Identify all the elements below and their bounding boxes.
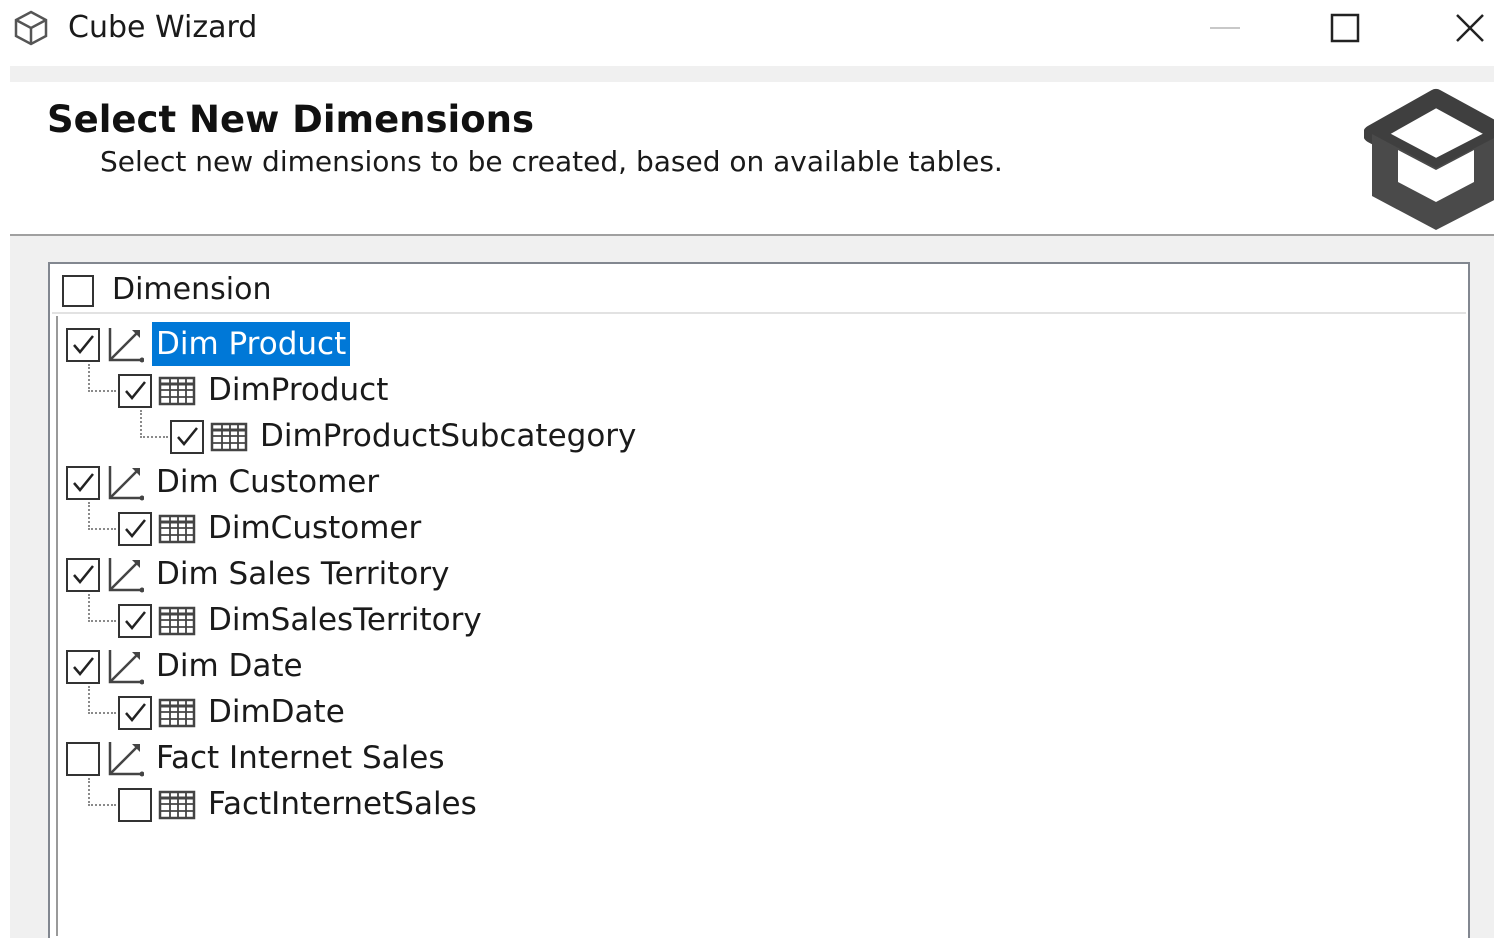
table-icon — [158, 376, 196, 406]
cube-wizard-window: Cube Wizard Select New Dimensions Select… — [0, 0, 1494, 938]
tree-item-checkbox[interactable] — [66, 742, 100, 776]
tree-item-label: DimProduct — [208, 372, 389, 408]
tree-item-checkbox[interactable] — [118, 788, 152, 822]
close-button[interactable] — [1425, 0, 1494, 56]
tree-item-dimension[interactable]: Fact Internet Sales — [58, 736, 1458, 780]
tree-item-checkbox[interactable] — [118, 374, 152, 408]
dimension-icon — [108, 650, 144, 685]
cube-app-icon — [14, 10, 48, 46]
tree-item-checkbox[interactable] — [66, 328, 100, 362]
dimension-icon — [108, 328, 144, 363]
page-title: Select New Dimensions — [47, 98, 535, 141]
tree-item-table[interactable]: DimDate — [58, 686, 1458, 734]
tree-body: Dim Product DimProduct DimProductSubcatego… — [56, 316, 1468, 936]
tree-item-table[interactable]: DimCustomer — [58, 502, 1458, 550]
tree-item-checkbox[interactable] — [66, 466, 100, 500]
table-icon — [158, 698, 196, 728]
checkmark-icon — [73, 565, 94, 584]
tree-item-label: Dim Date — [156, 648, 303, 684]
tree-connector — [88, 778, 116, 806]
tree-item-label: DimSalesTerritory — [208, 602, 482, 638]
wizard-header: Select New Dimensions Select new dimensi… — [10, 82, 1494, 234]
tree-item-table[interactable]: DimProduct — [58, 364, 1458, 412]
tree-item-label: Dim Sales Territory — [156, 556, 450, 592]
tree-item-table[interactable]: DimProductSubcategory — [58, 410, 1458, 458]
column-header-dimension: Dimension — [112, 272, 272, 307]
close-icon — [1456, 14, 1484, 42]
maximize-button[interactable] — [1300, 0, 1390, 56]
tree-connector — [88, 594, 116, 622]
tree-connector — [88, 364, 116, 392]
tree-connector — [140, 410, 168, 438]
checkmark-icon — [125, 519, 146, 538]
tree-item-checkbox[interactable] — [66, 558, 100, 592]
title-separator — [10, 66, 1494, 82]
checkmark-icon — [73, 657, 94, 676]
tree-item-dimension[interactable]: Dim Product — [58, 322, 1458, 366]
tree-column-header: Dimension — [52, 266, 1466, 314]
table-icon — [158, 514, 196, 544]
tree-item-label: Dim Customer — [156, 464, 380, 500]
window-title: Cube Wizard — [68, 10, 258, 45]
tree-item-checkbox[interactable] — [118, 604, 152, 638]
tree-item-label: DimDate — [208, 694, 345, 730]
checkmark-icon — [73, 335, 94, 354]
table-icon — [210, 422, 248, 452]
tree-item-checkbox[interactable] — [118, 512, 152, 546]
tree-item-label: FactInternetSales — [208, 786, 477, 822]
tree-item-dimension[interactable]: Dim Customer — [58, 460, 1458, 504]
select-all-checkbox[interactable] — [62, 275, 94, 307]
maximize-icon — [1330, 13, 1360, 43]
tree-item-checkbox[interactable] — [170, 420, 204, 454]
tree-item-label: Fact Internet Sales — [156, 740, 445, 776]
checkmark-icon — [125, 703, 146, 722]
tree-item-table[interactable]: FactInternetSales — [58, 778, 1458, 826]
cube-logo-icon — [1364, 89, 1494, 230]
tree-connector — [88, 686, 116, 714]
dimension-icon — [108, 558, 144, 593]
minimize-button[interactable] — [1180, 0, 1270, 56]
checkmark-icon — [73, 473, 94, 492]
dimension-tree[interactable]: Dimension Dim Product DimProduct DimProduc… — [48, 262, 1470, 938]
tree-item-checkbox[interactable] — [66, 650, 100, 684]
table-icon — [158, 606, 196, 636]
tree-item-label: DimProductSubcategory — [260, 418, 637, 454]
title-bar: Cube Wizard — [0, 0, 1494, 60]
tree-item-label: DimCustomer — [208, 510, 422, 546]
minimize-icon — [1210, 27, 1240, 29]
tree-item-dimension[interactable]: Dim Sales Territory — [58, 552, 1458, 596]
tree-item-table[interactable]: DimSalesTerritory — [58, 594, 1458, 642]
checkmark-icon — [125, 381, 146, 400]
tree-connector — [88, 502, 116, 530]
tree-item-label: Dim Product — [152, 322, 351, 366]
tree-item-dimension[interactable]: Dim Date — [58, 644, 1458, 688]
page-subtitle: Select new dimensions to be created, bas… — [100, 145, 1003, 178]
checkmark-icon — [177, 427, 198, 446]
dimension-icon — [108, 466, 144, 501]
table-icon — [158, 790, 196, 820]
dimension-icon — [108, 742, 144, 777]
tree-item-checkbox[interactable] — [118, 696, 152, 730]
checkmark-icon — [125, 611, 146, 630]
